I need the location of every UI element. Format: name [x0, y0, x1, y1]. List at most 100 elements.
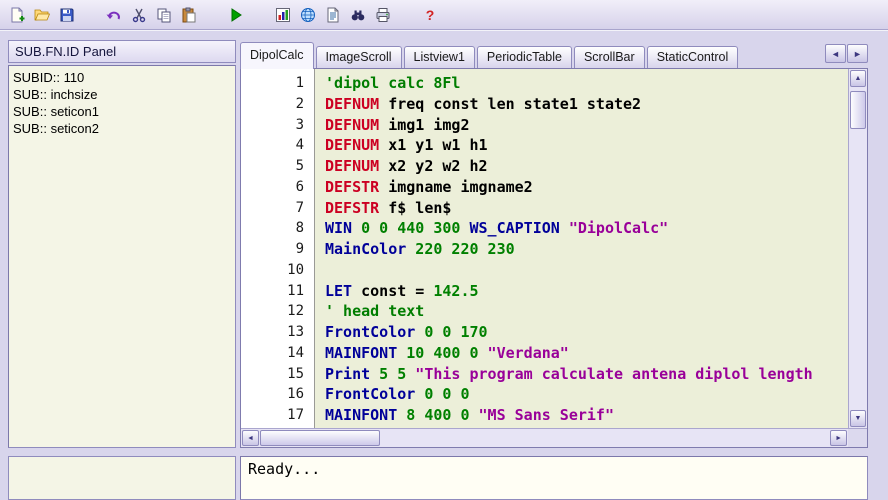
scroll-up-button[interactable]: ▲ — [850, 70, 866, 87]
find-button[interactable] — [345, 3, 370, 27]
code-line: DEFSTR imgname imgname2 — [325, 177, 533, 196]
left-bottom-panel — [8, 456, 236, 500]
print-button[interactable] — [370, 3, 395, 27]
list-item[interactable]: SUB:: inchsize — [13, 86, 231, 103]
copy-button[interactable] — [151, 3, 176, 27]
line-number: 1 — [295, 75, 304, 91]
sub-fn-id-panel-header: SUB.FN.ID Panel — [8, 40, 236, 63]
line-number: 11 — [287, 282, 304, 299]
line-number: 10 — [287, 261, 304, 278]
run-icon — [228, 7, 244, 23]
line-number: 14 — [287, 344, 304, 361]
open-file-button[interactable] — [29, 3, 54, 27]
panel-title: SUB.FN.ID Panel — [15, 44, 117, 59]
tab-dipolcalc[interactable]: DipolCalc — [240, 42, 314, 69]
code-line: DEFNUM freq const len state1 state2 — [325, 94, 642, 113]
code-area[interactable]: 'dipol calc 8Fl DEFNUM freq const len sta… — [315, 69, 848, 428]
code-line: ' head text — [325, 302, 425, 321]
toolbar: ? — [0, 0, 888, 30]
code-line: LET const = 142.5 — [325, 281, 479, 300]
cut-button[interactable] — [126, 3, 151, 27]
tab-listview1[interactable]: Listview1 — [403, 46, 475, 68]
open-file-icon — [34, 7, 50, 23]
line-number: 7 — [295, 199, 304, 216]
vertical-scrollbar[interactable]: ▲ ▼ — [848, 69, 867, 428]
code-line: FrontColor 0 0 170 — [325, 323, 488, 341]
horizontal-scrollbar[interactable]: ◄ ► — [241, 428, 849, 447]
tab-periodictable[interactable]: PeriodicTable — [476, 46, 572, 68]
print-icon — [375, 7, 391, 23]
scroll-right-icon: ► — [835, 434, 843, 442]
tab-prev-icon: ◄ — [831, 48, 840, 59]
code-line: MAINFONT 8 400 0 "MS Sans Serif" — [325, 406, 614, 424]
run-button[interactable] — [223, 3, 248, 27]
tab-scroll-arrows: ◄ ► — [825, 44, 868, 63]
tab-prev-button[interactable]: ◄ — [825, 44, 846, 63]
help-button[interactable]: ? — [417, 3, 442, 27]
copy-icon — [156, 7, 172, 23]
find-icon — [350, 7, 366, 23]
line-number: 12 — [287, 303, 304, 320]
save-file-button[interactable] — [54, 3, 79, 27]
line-number: 16 — [287, 386, 304, 403]
scrollbar-corner — [848, 428, 867, 447]
chart-button[interactable] — [270, 3, 295, 27]
list-item[interactable]: SUB:: seticon1 — [13, 103, 231, 120]
tab-next-button[interactable]: ► — [847, 44, 868, 63]
save-file-icon — [59, 7, 75, 23]
status-output-box[interactable]: Ready... — [240, 456, 868, 500]
tab-scrollbar[interactable]: ScrollBar — [573, 46, 645, 68]
editor-bottom: ◄ ► — [241, 428, 867, 447]
document-button[interactable] — [320, 3, 345, 27]
tab-strip: DipolCalc ImageScroll Listview1 PeriodicTab… — [240, 42, 868, 69]
scroll-right-button[interactable]: ► — [830, 430, 848, 446]
undo-button[interactable] — [101, 3, 126, 27]
new-file-button[interactable] — [4, 3, 29, 27]
line-number: 15 — [287, 365, 304, 382]
scroll-up-icon: ▲ — [854, 75, 862, 82]
code-line: FrontColor 0 0 0 — [325, 385, 470, 404]
undo-icon — [106, 7, 122, 23]
toolbar-group-gap — [79, 3, 101, 27]
cut-icon — [131, 7, 147, 23]
status-text: Ready... — [248, 460, 321, 478]
line-number-gutter: 1 2 3 4 5 6 7 8 9 10 11 12 13 14 15 16 17 — [241, 69, 315, 428]
vertical-scroll-thumb[interactable] — [850, 91, 866, 129]
sub-fn-id-listbox[interactable]: SUBID:: 110 SUB:: inchsize SUB:: seticon1 S… — [8, 65, 236, 448]
web-button[interactable] — [295, 3, 320, 27]
horizontal-scroll-thumb[interactable] — [260, 430, 380, 446]
web-icon — [300, 7, 316, 23]
tab-next-icon: ► — [853, 48, 862, 59]
scroll-left-icon: ◄ — [247, 434, 254, 442]
svg-text:?: ? — [425, 7, 434, 23]
code-line: DEFSTR f$ len$ — [325, 198, 452, 217]
list-item[interactable]: SUB:: seticon2 — [13, 120, 231, 137]
help-icon: ? — [422, 7, 438, 23]
scroll-down-icon: ▼ — [854, 415, 862, 422]
scroll-down-button[interactable]: ▼ — [850, 410, 866, 427]
line-number: 3 — [295, 116, 304, 133]
line-number: 9 — [295, 241, 304, 257]
document-icon — [325, 7, 341, 23]
paste-icon — [181, 7, 197, 23]
paste-button[interactable] — [176, 3, 201, 27]
tab-staticcontrol[interactable]: StaticControl — [646, 46, 739, 68]
code-line: DEFNUM x2 y2 w2 h2 — [325, 157, 488, 175]
line-number: 13 — [287, 324, 304, 340]
line-number: 4 — [295, 137, 304, 154]
line-number: 5 — [295, 158, 304, 174]
line-number: 2 — [295, 95, 304, 112]
line-number: 8 — [295, 220, 304, 237]
tab-imagescroll[interactable]: ImageScroll — [315, 46, 402, 68]
line-number: 6 — [295, 178, 304, 195]
line-number: 17 — [287, 407, 304, 423]
code-line: Print 5 5 "This program calculate antena… — [325, 364, 813, 383]
scroll-left-button[interactable]: ◄ — [242, 430, 259, 446]
toolbar-group-gap — [248, 3, 270, 27]
code-line: DEFNUM x1 y1 w1 h1 — [325, 136, 488, 155]
toolbar-group-gap — [395, 3, 417, 27]
code-line: MAINFONT 10 400 0 "Verdana" — [325, 343, 569, 362]
list-item[interactable]: SUBID:: 110 — [13, 69, 231, 86]
chart-icon — [275, 7, 291, 23]
